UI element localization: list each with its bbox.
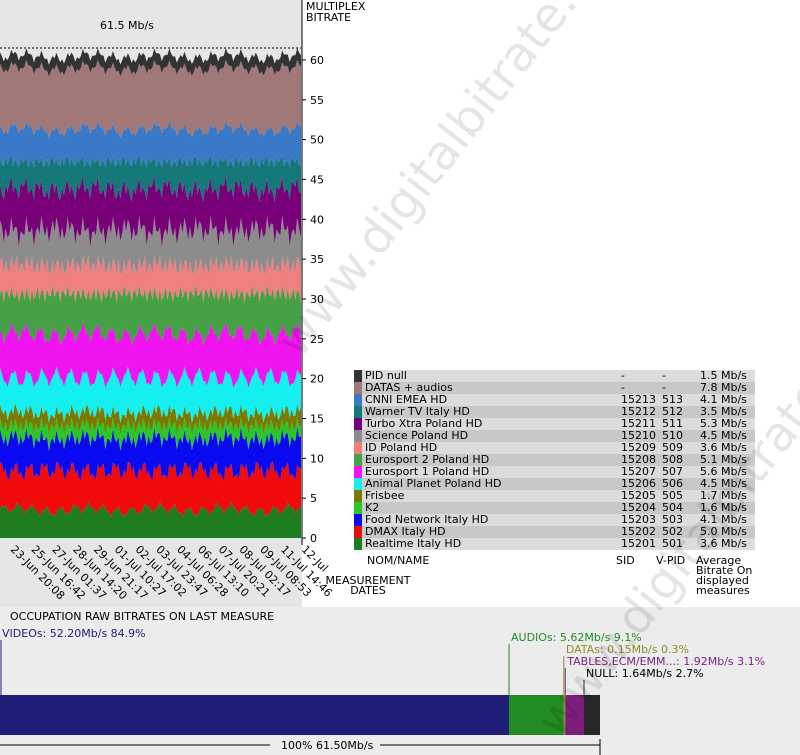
legend-swatch — [354, 502, 362, 514]
legend-swatch — [354, 418, 362, 430]
y-tick-label: 45 — [310, 173, 324, 186]
legend-swatch — [354, 454, 362, 466]
occupation-label: VIDEOs: 52.20Mb/s 84.9% — [2, 627, 146, 640]
legend-vpid: 501 — [659, 538, 697, 550]
legend-row: Animal Planet Poland HD 15206 506 4.5 Mb/s — [354, 478, 755, 490]
y-tick-label: 10 — [310, 452, 324, 465]
y-tick-label: 35 — [310, 253, 324, 266]
y-tick-label: 5 — [310, 492, 317, 505]
legend-swatch — [354, 466, 362, 478]
y-tick-label: 30 — [310, 293, 324, 306]
occupation-segment — [563, 695, 566, 735]
y-tick-label: 60 — [310, 54, 324, 67]
y-tick-label: 55 — [310, 94, 324, 107]
legend-swatch — [354, 526, 362, 538]
legend-name: Realtime Italy HD — [362, 538, 618, 550]
legend-swatch — [354, 406, 362, 418]
y-axis-label: MULTIPLEX BITRATE — [306, 0, 366, 24]
legend-header-vpid: V-PID — [656, 554, 686, 567]
legend-name: Frisbee — [362, 490, 618, 502]
y-tick-label: 20 — [310, 373, 324, 386]
legend-swatch — [354, 538, 362, 550]
legend-swatch — [354, 490, 362, 502]
legend-swatch — [354, 514, 362, 526]
legend-swatch — [354, 370, 362, 382]
y-tick-label: 50 — [310, 134, 324, 147]
occupation-segment — [584, 695, 600, 735]
legend-swatch — [354, 382, 362, 394]
legend-bitrate: 3.6 Mb/s — [697, 538, 755, 550]
legend-header-avg: Average Bitrate On displayed measures — [696, 554, 753, 597]
y-tick-label: 0 — [310, 532, 317, 545]
legend-row: Frisbee 15205 505 1.7 Mb/s — [354, 490, 755, 502]
x-axis-label: MEASUREMENT DATES — [325, 574, 411, 597]
legend-swatch — [354, 478, 362, 490]
occupation-segment — [509, 695, 564, 735]
legend-swatch — [354, 442, 362, 454]
legend-header-name: NOM/NAME — [367, 554, 430, 567]
y-tick-label: 25 — [310, 333, 324, 346]
occupation-label: NULL: 1.64Mb/s 2.7% — [586, 667, 704, 680]
legend-header-sid: SID — [616, 554, 635, 567]
legend-table: PID null - -1.5 Mb/s DATAS + audios - -7.8 Mb… — [354, 370, 755, 550]
occupation-segment — [0, 695, 510, 735]
legend-swatch — [354, 430, 362, 442]
y-tick-label: 15 — [310, 412, 324, 425]
legend-row: Realtime Italy HD 15201 501 3.6 Mb/s — [354, 538, 755, 550]
chart-title: 61.5 Mb/s — [100, 19, 154, 32]
occupation-bar-chart: VIDEOs: 52.20Mb/s 84.9% AUDIOs: 5.62Mb/s … — [0, 627, 765, 755]
legend-sid: 15201 — [618, 538, 659, 550]
total-label: 100% 61.50Mb/s — [281, 739, 374, 752]
occupation-segment — [565, 695, 585, 735]
legend-swatch — [354, 394, 362, 406]
y-tick-label: 40 — [310, 213, 324, 226]
